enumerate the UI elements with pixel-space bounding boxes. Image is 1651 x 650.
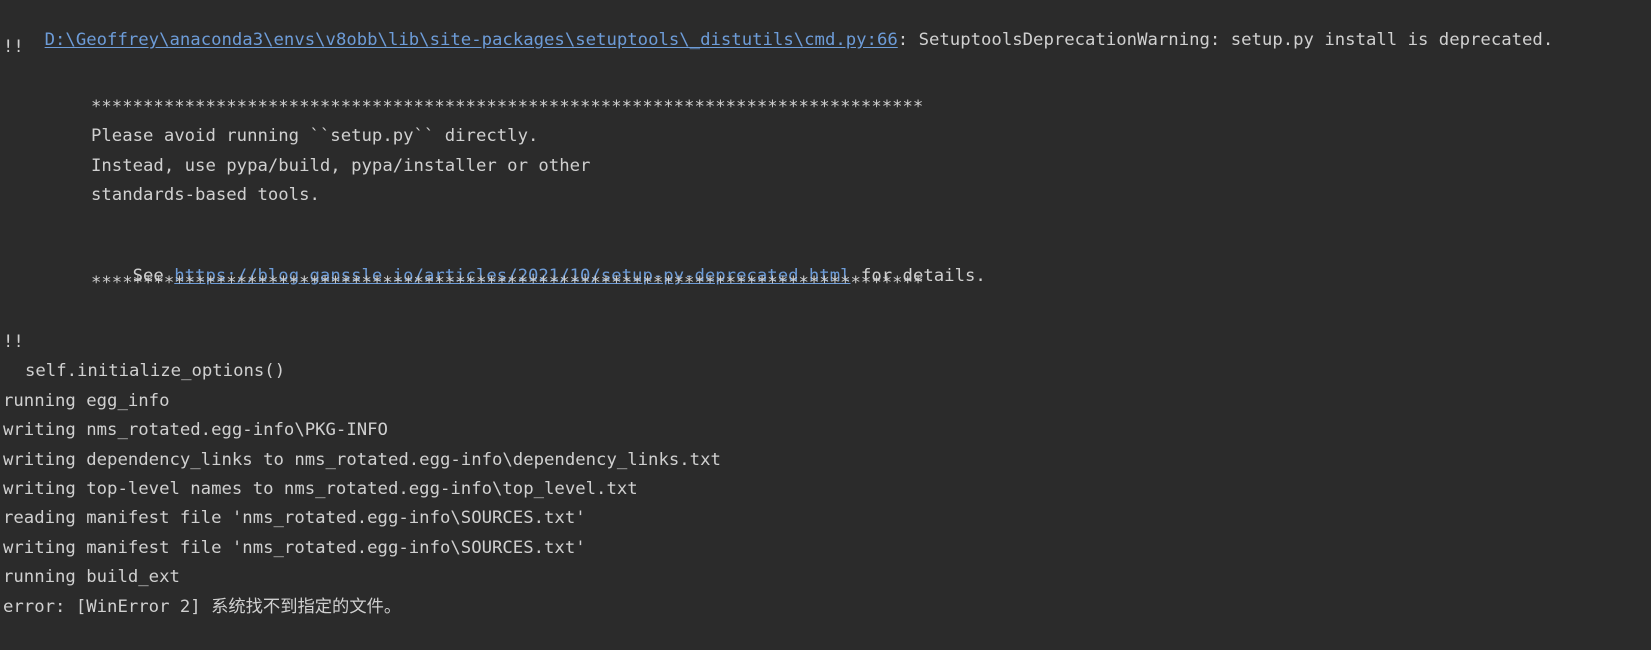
notice-line-2: Instead, use pypa/build, pypa/installer …	[91, 156, 591, 176]
bang-line-2: !!	[3, 332, 24, 352]
stars-bottom: ****************************************…	[91, 273, 924, 293]
console-output: D:\Geoffrey\anaconda3\envs\v8obb\lib\sit…	[0, 0, 1651, 650]
initialize-options-line: self.initialize_options()	[25, 361, 286, 381]
error-line: error: [WinError 2] 系统找不到指定的文件。	[3, 597, 402, 617]
log-line: running egg_info	[3, 391, 170, 411]
see-line: See https://blog.ganssle.io/articles/202…	[3, 243, 986, 286]
stars-top: ****************************************…	[91, 97, 924, 117]
log-line: writing top-level names to nms_rotated.e…	[3, 479, 638, 499]
bang-line-1: !!	[3, 37, 24, 57]
log-line: running build_ext	[3, 567, 180, 587]
warning-file-link[interactable]: D:\Geoffrey\anaconda3\envs\v8obb\lib\sit…	[45, 30, 898, 50]
log-line: writing dependency_links to nms_rotated.…	[3, 450, 721, 470]
warning-line: D:\Geoffrey\anaconda3\envs\v8obb\lib\sit…	[3, 7, 1554, 50]
notice-line-1: Please avoid running ``setup.py`` direct…	[91, 126, 539, 146]
log-line: writing nms_rotated.egg-info\PKG-INFO	[3, 420, 388, 440]
log-line: writing manifest file 'nms_rotated.egg-i…	[3, 538, 586, 558]
warning-message: : SetuptoolsDeprecationWarning: setup.py…	[897, 30, 1554, 50]
log-line: reading manifest file 'nms_rotated.egg-i…	[3, 508, 586, 528]
notice-line-3: standards-based tools.	[91, 185, 320, 205]
